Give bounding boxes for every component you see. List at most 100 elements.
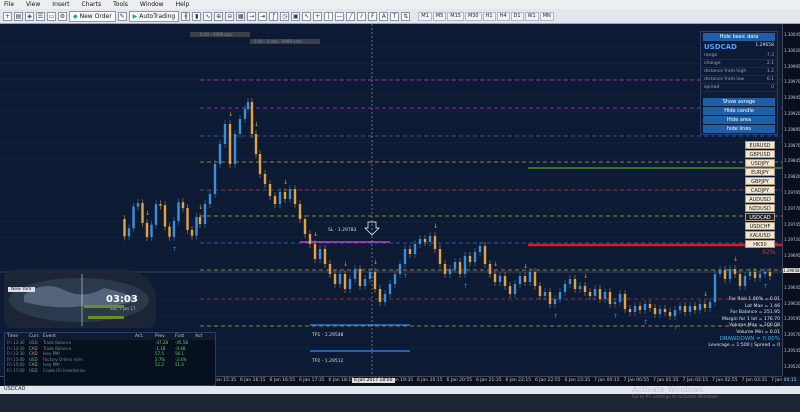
hide-basic-data-button[interactable]: Hide basic data [703,33,775,41]
candle-body [763,272,767,274]
candle-body [243,109,247,119]
candle-body [363,279,367,286]
price-tick-label: 1.29795 [784,190,800,195]
zoom-in-icon[interactable]: ⊕ [214,11,224,21]
menu-insert[interactable]: Insert [52,1,69,8]
timeframe-d1[interactable]: D1 [510,11,524,21]
chart-tab[interactable]: USDCAD [4,386,25,392]
candle-body [136,203,140,207]
menu-view[interactable]: View [26,1,40,8]
symbol-button-usdcad[interactable]: USDCAD [745,213,775,221]
menu-help[interactable]: Help [176,1,190,8]
periods-icon[interactable]: ◷ [280,11,290,21]
time-tick-label: 7 Jan 02:15 [682,378,709,383]
text-icon[interactable]: A [379,11,389,21]
timeframe-m15[interactable]: M15 [447,11,464,21]
chart-shift-icon[interactable]: ⇥ [258,11,268,21]
fibonacci-icon[interactable]: F [368,11,378,21]
candle-body [177,202,180,221]
symbol-button-cadjpy[interactable]: CADJPY [745,186,775,194]
time-tick-label: 6 Jan 20:15 [417,378,443,383]
label-icon[interactable]: T [390,11,400,21]
line-chart-icon[interactable]: ∿ [203,11,213,21]
trendline-icon[interactable]: ╱ [346,11,356,21]
show-avrage-button[interactable]: Show avrage [703,98,775,106]
zoom-out-icon[interactable]: ⊖ [225,11,235,21]
cursor-icon[interactable]: ↖ [302,11,312,21]
indicators-icon[interactable]: ƒ [269,11,279,21]
session-bar [84,305,124,308]
basic-data-label: range [704,53,718,58]
candle-body [458,262,462,274]
vertical-line-icon[interactable]: | [324,11,334,21]
symbol-button-usdjpy[interactable]: USDJPY [745,159,775,167]
crosshair-icon[interactable]: + [313,11,323,21]
market-watch-icon[interactable]: ◈ [25,11,34,21]
candle-body [728,269,732,279]
terminal-icon[interactable]: ▭ [47,11,56,21]
hide-lines-button[interactable]: hide lines [703,125,775,133]
price-tick-label: 1.29695 [784,253,800,259]
sell-arrow-icon: ↓ [343,261,348,268]
menu-charts[interactable]: Charts [82,1,102,8]
timeframe-mn[interactable]: MN [539,11,554,21]
templates-icon[interactable]: ▣ [291,11,301,21]
symbol-button-nzdusd[interactable]: NZDUSD [745,204,775,212]
menu-window[interactable]: Window [140,1,164,8]
navigator-icon[interactable]: ☰ [36,11,45,21]
new-chart-icon[interactable]: + [3,11,12,21]
horizontal-line-icon[interactable]: — [335,11,345,21]
candlestick-icon[interactable]: ▮ [192,11,202,21]
menu-tools[interactable]: Tools [113,1,128,8]
hide-area-button[interactable]: Hide area [703,116,775,124]
symbol-button-gbpjpy[interactable]: GBPJPY [745,177,775,185]
channel-icon[interactable]: ⫽ [357,11,367,21]
candle-body [208,194,212,204]
arrows-icon[interactable]: ⇅ [401,11,411,21]
tile-windows-icon[interactable]: ▦ [236,11,246,21]
news-cell [133,368,153,374]
timeframe-w1[interactable]: W1 [524,11,539,21]
candle-body [658,309,662,314]
news-row[interactable]: Fri 17:00 USD Crude Oil Inventories [5,368,215,374]
timeframe-h1[interactable]: H1 [482,11,496,21]
tester-icon[interactable]: ⚙ [58,11,67,21]
timeframe-m30[interactable]: M30 [464,11,482,21]
symbol-button-eurjpy[interactable]: EURJPY [745,168,775,176]
candle-body [558,292,562,299]
symbol-button-hk50[interactable]: HK50 [745,240,775,248]
symbol-button-usdchf[interactable]: USDCHF [745,222,775,230]
auto-scroll-icon[interactable]: → [247,11,257,21]
profiles-icon[interactable]: ▤ [14,11,23,21]
symbol-name: USDCAD [704,43,737,51]
hide-candle-button[interactable]: Hide candle [703,107,775,115]
symbol-price: 1.29658 [755,43,774,48]
timeframe-m5[interactable]: M5 [432,11,447,21]
top-label-1: 0.00 - 9999 pips [200,32,233,37]
bar-chart-icon[interactable]: ╫ [181,11,191,21]
session-bar [88,316,124,319]
candle-body [723,270,727,279]
menu-bar: File View Insert Charts Tools Window Help [0,0,800,9]
meta-editor-icon[interactable]: ✎ [117,11,127,21]
menu-file[interactable]: File [4,1,14,8]
timeframe-h4[interactable]: H4 [496,11,510,21]
candle-body [398,264,402,274]
symbol-button-xauusd[interactable]: XAUUSD [745,231,775,239]
news-header-cell: Prev [155,334,165,339]
new-order-button[interactable]: ◆ New Order [69,10,116,22]
sell-arrow-icon: ↓ [733,256,738,263]
autotrading-button[interactable]: ▶ AutoTrading [128,10,180,22]
candle-body [508,286,512,294]
candle-body [218,144,222,164]
symbol-button-eurusd[interactable]: EURUSD [745,141,775,149]
symbol-button-audusd[interactable]: AUDUSD [745,195,775,203]
timeframe-m1[interactable]: M1 [418,11,432,21]
candle-body [733,269,737,274]
price-tick-label: 1.29570 [784,332,800,338]
symbol-button-gbpusd[interactable]: GBPUSD [745,150,775,158]
time-tick-label: 7 Jan 04:15 [771,378,797,383]
candle-body [643,304,647,310]
candle-body [195,217,198,236]
time-tick-label: 6 Jan 23:35 [564,378,591,383]
